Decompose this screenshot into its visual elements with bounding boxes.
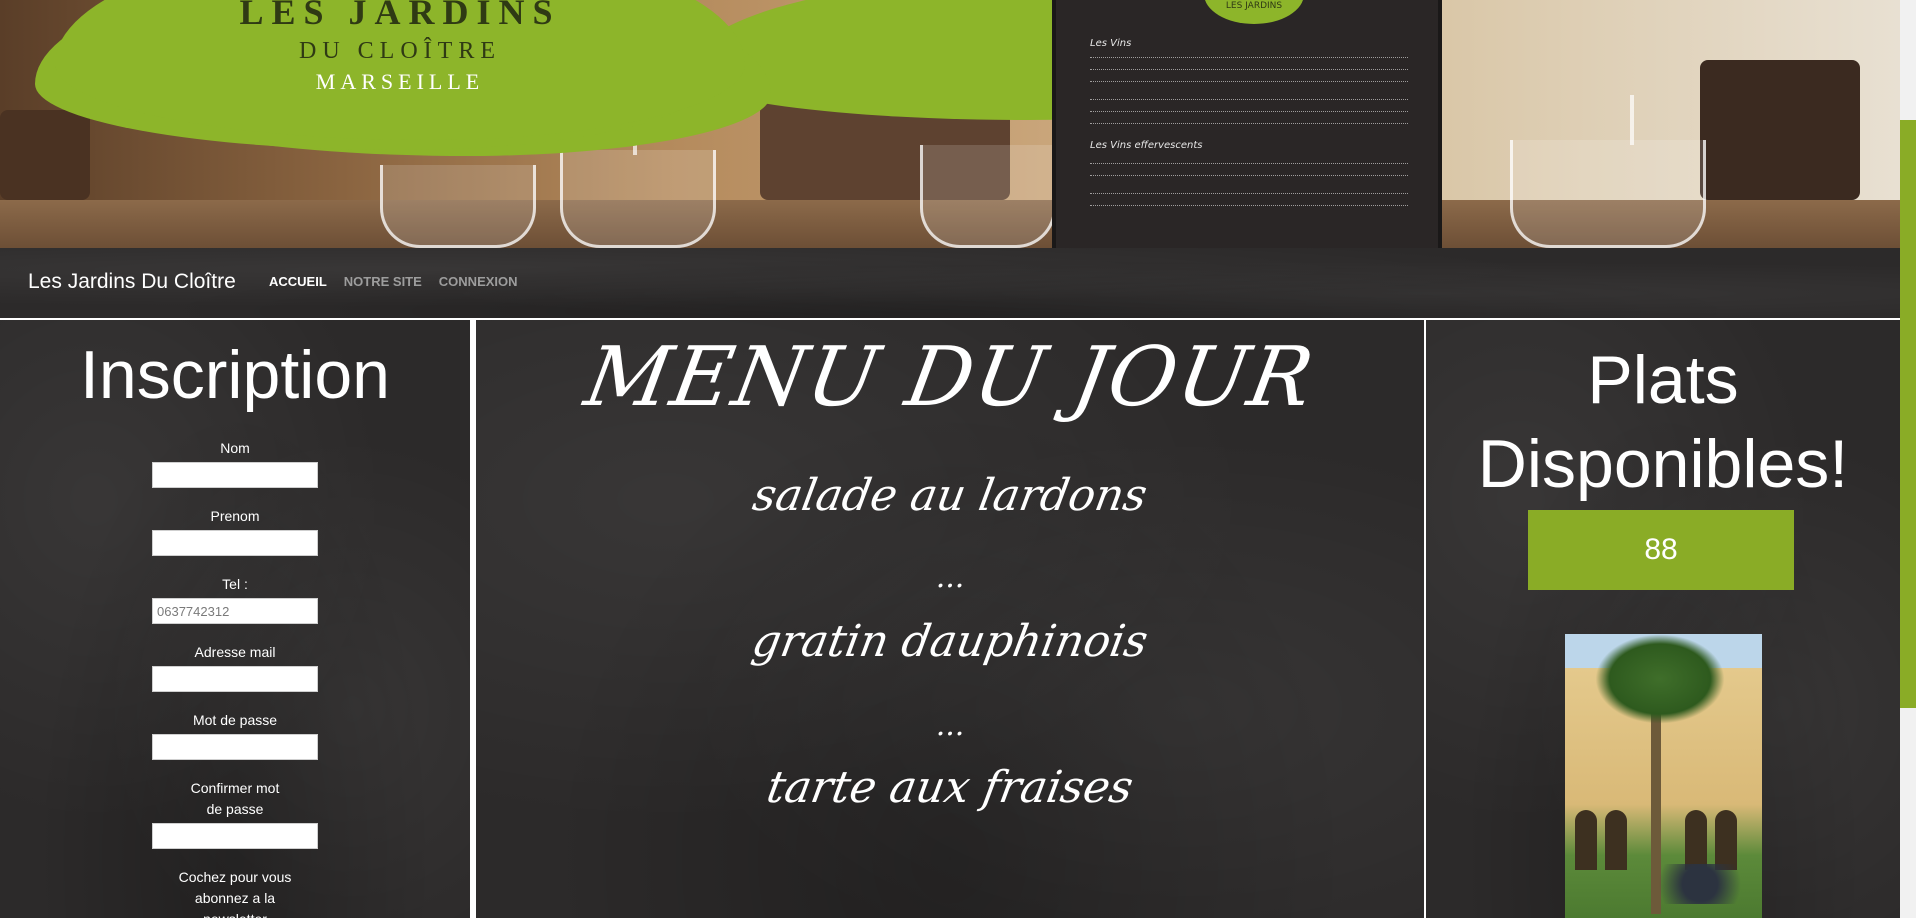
nav-link-notre-site[interactable]: NOTRE SITE [344, 274, 422, 289]
newsletter-label: Cochez pour vous abonnez a la newsletter [178, 869, 292, 918]
hero-banner: LES JARDINS DU CLOÎTRE MARSEILLE LES JAR… [0, 0, 1900, 248]
logo-line-2: DU CLOÎTRE [299, 38, 501, 64]
logo-line-3: MARSEILLE [315, 69, 485, 94]
field-label: Nom [220, 440, 250, 456]
field-tel: Tel : [0, 574, 470, 624]
field-label: Tel : [222, 576, 248, 592]
field-email: Adresse mail [0, 642, 470, 692]
inscription-title: Inscription [80, 337, 390, 413]
menu-board-line [1090, 156, 1408, 164]
scrollbar-thumb[interactable] [1900, 120, 1916, 708]
field-confirm-password: Confirmer mot de passe [0, 778, 470, 849]
field-nom: Nom [0, 438, 470, 488]
dish-dessert: tarte aux fraises [763, 762, 1137, 813]
menu-board-badge: LES JARDINS [1204, 0, 1304, 24]
email-input[interactable] [152, 666, 318, 692]
prenom-input[interactable] [152, 530, 318, 556]
menu-board-line [1090, 116, 1408, 124]
glass [380, 165, 536, 248]
photo-arch [1715, 810, 1737, 870]
plats-panel: Plats Disponibles! 88 [1426, 320, 1900, 918]
menu-board-line [1090, 92, 1408, 100]
field-label: Adresse mail [194, 644, 276, 660]
menu-board-section: Les Vins effervescents [1090, 140, 1203, 151]
menu-du-jour-panel: MENU DU JOUR salade au lardons ... grati… [474, 320, 1426, 918]
inscription-panel: Inscription Nom Prenom Tel : Adresse mai… [0, 320, 470, 918]
menu-board-line [1090, 168, 1408, 176]
tel-input[interactable] [152, 598, 318, 624]
dish-separator: ... [935, 708, 965, 743]
photo-arch [1685, 810, 1707, 870]
glass [1510, 140, 1706, 248]
menu-board-line [1090, 104, 1408, 112]
menu-title: MENU DU JOUR [578, 330, 1322, 425]
field-label: Confirmer mot de passe [190, 780, 280, 817]
nav-link-connexion[interactable]: CONNEXION [439, 274, 518, 289]
wine-menu-board: LES JARDINS Les Vins Les Vins effervesce… [1052, 0, 1442, 248]
menu-board-line [1090, 62, 1408, 70]
confirm-password-input[interactable] [152, 823, 318, 849]
menu-board-line [1090, 50, 1408, 58]
nav-link-accueil[interactable]: ACCUEIL [269, 274, 327, 289]
brand-link[interactable]: Les Jardins Du Cloître [28, 270, 236, 294]
photo-people [1645, 864, 1755, 904]
logo-line-1: LES JARDINS [239, 0, 561, 32]
photo-arch [1575, 810, 1597, 870]
field-password: Mot de passe [0, 710, 470, 760]
menu-board-line [1090, 74, 1408, 82]
dish-plat: gratin dauphinois [748, 616, 1152, 667]
menu-board-line [1090, 198, 1408, 206]
nav-links: ACCUEIL NOTRE SITE CONNEXION [269, 274, 518, 289]
glass [560, 150, 716, 248]
glass-stem [1630, 95, 1634, 145]
plats-count-badge: 88 [1528, 510, 1794, 590]
chair [1700, 60, 1860, 200]
dish-separator: ... [935, 560, 965, 595]
password-input[interactable] [152, 734, 318, 760]
photo-arch [1605, 810, 1627, 870]
nom-input[interactable] [152, 462, 318, 488]
field-label: Prenom [210, 508, 260, 524]
glass [920, 145, 1056, 248]
photo-palm-leaves [1595, 634, 1725, 724]
field-prenom: Prenom [0, 506, 470, 556]
plats-title: Plats Disponibles! [1477, 342, 1849, 502]
chair [0, 110, 90, 200]
menu-board-line [1090, 186, 1408, 194]
field-label: Mot de passe [192, 712, 278, 728]
restaurant-logo: LES JARDINS DU CLOÎTRE MARSEILLE [90, 0, 710, 95]
dish-entree: salade au lardons [749, 470, 1151, 521]
navbar: Les Jardins Du Cloître ACCUEIL NOTRE SIT… [0, 248, 1900, 320]
cloister-photo [1565, 634, 1762, 918]
menu-board-section: Les Vins [1090, 38, 1132, 49]
